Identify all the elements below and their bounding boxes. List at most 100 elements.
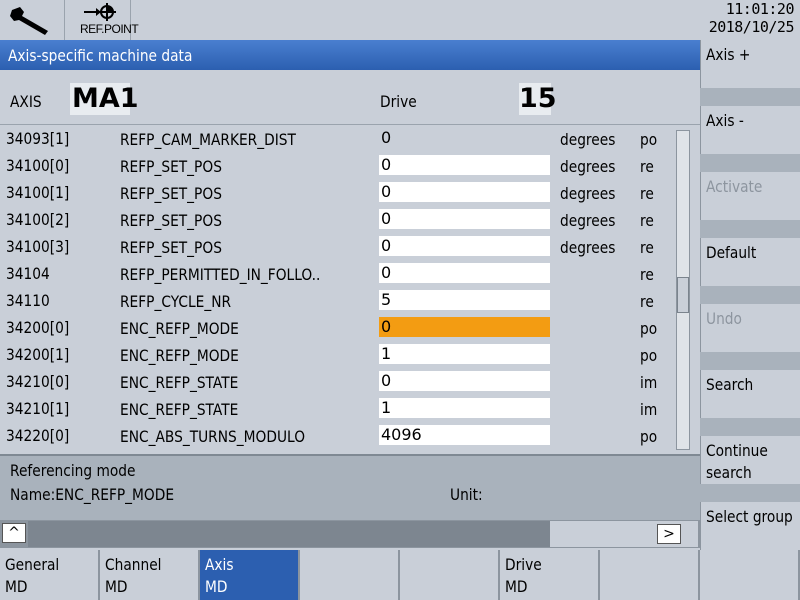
- table-row[interactable]: 34100[0] REFP_SET_POS 0 degrees re: [0, 152, 672, 179]
- title-bar: Axis-specific machine data: [0, 40, 700, 70]
- softkey-label: Undo: [706, 309, 742, 328]
- softkey-continue-search[interactable]: Continue search: [700, 436, 800, 484]
- machine-data-number: 34100[2]: [6, 210, 70, 229]
- machine-data-name: REFP_SET_POS: [120, 184, 222, 203]
- softkey-axis[interactable]: Axis +: [700, 40, 800, 88]
- info-name: Name:ENC_REFP_MODE: [10, 485, 175, 504]
- tool-button[interactable]: [0, 0, 65, 40]
- info-title: Referencing mode: [10, 461, 136, 480]
- machine-data-number: 34200[1]: [6, 345, 70, 364]
- clock-time: 11:01:20: [725, 0, 795, 18]
- machine-data-activation: po: [640, 346, 658, 365]
- softkey-default[interactable]: Default: [700, 238, 800, 286]
- softkey-drive-md[interactable]: Drive MD: [500, 550, 600, 600]
- machine-data-number: 34104: [6, 264, 50, 283]
- softkey-label: Search: [706, 375, 754, 394]
- machine-data-value[interactable]: 4096: [379, 425, 550, 445]
- softkey-empty[interactable]: [600, 550, 700, 600]
- table-row[interactable]: 34200[0] ENC_REFP_MODE 0 po: [0, 314, 672, 341]
- machine-data-number: 34100[3]: [6, 237, 70, 256]
- machine-data-activation: po: [640, 130, 658, 149]
- machine-data-value[interactable]: 1: [379, 344, 550, 364]
- table-row[interactable]: 34100[2] REFP_SET_POS 0 degrees re: [0, 206, 672, 233]
- softkey-label-line2: MD: [505, 577, 528, 596]
- machine-data-number: 34210[1]: [6, 399, 70, 418]
- machine-data-name: REFP_SET_POS: [120, 211, 222, 230]
- softkey-label-line2: MD: [105, 577, 128, 596]
- softkey-empty[interactable]: [400, 550, 500, 600]
- refpoint-label: REF.POINT: [80, 22, 139, 36]
- scrollbar-thumb[interactable]: [677, 277, 689, 313]
- table-row[interactable]: 34100[1] REFP_SET_POS 0 degrees re: [0, 179, 672, 206]
- machine-data-value[interactable]: 1: [379, 398, 550, 418]
- machine-data-value[interactable]: 0: [379, 128, 550, 148]
- machine-data-number: 34200[0]: [6, 318, 70, 337]
- softkey-separator: [700, 352, 800, 370]
- table-row[interactable]: 34210[1] ENC_REFP_STATE 1 im: [0, 395, 672, 422]
- table-row[interactable]: 34210[0] ENC_REFP_STATE 0 im: [0, 368, 672, 395]
- table-row[interactable]: 34220[0] ENC_ABS_TURNS_MODULO 4096 po: [0, 422, 672, 449]
- table-row[interactable]: 34110 REFP_CYCLE_NR 5 re: [0, 287, 672, 314]
- machine-data-value[interactable]: 0: [379, 317, 550, 337]
- softkey-axis[interactable]: Axis -: [700, 106, 800, 154]
- next-page-button[interactable]: >: [657, 524, 681, 544]
- axis-label: AXIS: [10, 92, 42, 111]
- refpoint-button[interactable]: REF.POINT: [66, 0, 139, 40]
- machine-data-number: 34110: [6, 291, 50, 310]
- softkey-label-line1: General: [5, 555, 60, 574]
- machine-data-value[interactable]: 5: [379, 290, 550, 310]
- softkey-label: Default: [706, 243, 757, 262]
- softkey-label-line1: Channel: [105, 555, 162, 574]
- machine-data-activation: re: [640, 265, 654, 284]
- softkey-general-md[interactable]: General MD: [0, 550, 100, 600]
- machine-data-activation: im: [640, 373, 658, 392]
- scroll-up-button[interactable]: ^: [2, 523, 26, 543]
- page-title: Axis-specific machine data: [8, 46, 193, 65]
- machine-data-value[interactable]: 0: [379, 236, 550, 256]
- machine-data-number: 34220[0]: [6, 426, 70, 445]
- machine-data-name: REFP_SET_POS: [120, 157, 222, 176]
- machine-data-table: 34093[1] REFP_CAM_MARKER_DIST 0 degrees po 34…: [0, 125, 672, 452]
- machine-data-name: ENC_REFP_MODE: [120, 346, 239, 365]
- softkey-label: Select group: [706, 507, 793, 526]
- softkey-undo[interactable]: Undo: [700, 304, 800, 352]
- machine-data-name: ENC_ABS_TURNS_MODULO: [120, 427, 306, 446]
- reference-point-icon: [84, 3, 116, 21]
- table-row[interactable]: 34100[3] REFP_SET_POS 0 degrees re: [0, 233, 672, 260]
- machine-data-value[interactable]: 0: [379, 263, 550, 283]
- softkey-activate[interactable]: Activate: [700, 172, 800, 220]
- machine-data-unit: degrees: [560, 211, 616, 230]
- machine-data-activation: re: [640, 211, 654, 230]
- machine-data-activation: re: [640, 292, 654, 311]
- softkey-axis-md[interactable]: Axis MD: [200, 550, 300, 600]
- machine-data-number: 34100[1]: [6, 183, 70, 202]
- softkey-channel-md[interactable]: Channel MD: [100, 550, 200, 600]
- machine-data-unit: degrees: [560, 184, 616, 203]
- softkey-label: Axis -: [706, 111, 744, 130]
- table-row[interactable]: 34093[1] REFP_CAM_MARKER_DIST 0 degrees po: [0, 125, 672, 152]
- softkey-search[interactable]: Search: [700, 370, 800, 418]
- softkey-select-group[interactable]: Select group: [700, 502, 800, 550]
- softkey-label-line1: Drive: [505, 555, 542, 574]
- machine-data-value[interactable]: 0: [379, 371, 550, 391]
- softkey-separator: [700, 154, 800, 172]
- softkey-label: Continue search: [706, 441, 768, 482]
- softkey-label: Activate: [706, 177, 763, 196]
- machine-data-value[interactable]: 0: [379, 209, 550, 229]
- machine-data-activation: po: [640, 427, 658, 446]
- softkey-empty[interactable]: [300, 550, 400, 600]
- machine-data-value[interactable]: 0: [379, 155, 550, 175]
- table-row[interactable]: 34200[1] ENC_REFP_MODE 1 po: [0, 341, 672, 368]
- machine-data-activation: re: [640, 238, 654, 257]
- machine-data-value[interactable]: 0: [379, 182, 550, 202]
- table-row[interactable]: 34104 REFP_PERMITTED_IN_FOLLO.. 0 re: [0, 260, 672, 287]
- clock: 11:01:20 2018/10/25: [700, 0, 800, 40]
- machine-data-unit: degrees: [560, 157, 616, 176]
- machine-data-activation: re: [640, 184, 654, 203]
- machine-data-number: 34100[0]: [6, 156, 70, 175]
- axis-value: MA1: [70, 83, 139, 115]
- machine-data-name: ENC_REFP_STATE: [120, 373, 239, 392]
- softkey-empty[interactable]: [700, 550, 800, 600]
- drive-label: Drive: [380, 92, 417, 111]
- machine-data-name: REFP_CYCLE_NR: [120, 292, 232, 311]
